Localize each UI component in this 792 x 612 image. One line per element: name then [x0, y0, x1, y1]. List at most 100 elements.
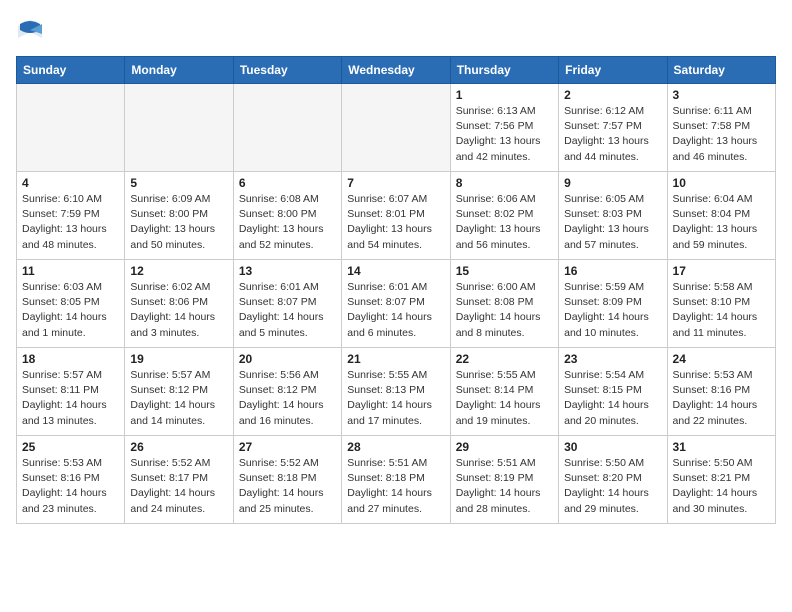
- day-detail: Sunrise: 6:06 AM Sunset: 8:02 PM Dayligh…: [456, 192, 553, 253]
- day-cell: 5 Sunrise: 6:09 AM Sunset: 8:00 PM Daylig…: [125, 172, 233, 260]
- day-detail: Sunrise: 5:53 AM Sunset: 8:16 PM Dayligh…: [673, 368, 770, 429]
- day-detail: Sunrise: 6:07 AM Sunset: 8:01 PM Dayligh…: [347, 192, 444, 253]
- day-detail: Sunrise: 6:03 AM Sunset: 8:05 PM Dayligh…: [22, 280, 119, 341]
- week-row-5: 25 Sunrise: 5:53 AM Sunset: 8:16 PM Dayli…: [17, 436, 776, 524]
- day-detail: Sunrise: 6:02 AM Sunset: 8:06 PM Dayligh…: [130, 280, 227, 341]
- day-number: 13: [239, 264, 336, 278]
- day-detail: Sunrise: 6:04 AM Sunset: 8:04 PM Dayligh…: [673, 192, 770, 253]
- day-detail: Sunrise: 6:09 AM Sunset: 8:00 PM Dayligh…: [130, 192, 227, 253]
- day-detail: Sunrise: 5:55 AM Sunset: 8:13 PM Dayligh…: [347, 368, 444, 429]
- day-number: 20: [239, 352, 336, 366]
- week-row-4: 18 Sunrise: 5:57 AM Sunset: 8:11 PM Dayli…: [17, 348, 776, 436]
- day-number: 26: [130, 440, 227, 454]
- day-cell: 23Sunrise: 5:54 AM Sunset: 8:15 PM Dayli…: [559, 348, 667, 436]
- day-detail: Sunrise: 5:52 AM Sunset: 8:18 PM Dayligh…: [239, 456, 336, 517]
- day-number: 11: [22, 264, 119, 278]
- day-detail: Sunrise: 5:53 AM Sunset: 8:16 PM Dayligh…: [22, 456, 119, 517]
- day-cell: 22 Sunrise: 5:55 AM Sunset: 8:14 PM Dayli…: [450, 348, 558, 436]
- day-cell: 11 Sunrise: 6:03 AM Sunset: 8:05 PM Dayli…: [17, 260, 125, 348]
- day-detail: Sunrise: 5:54 AM Sunset: 8:15 PM Dayligh…: [564, 368, 661, 429]
- day-detail: Sunrise: 5:52 AM Sunset: 8:17 PM Dayligh…: [130, 456, 227, 517]
- day-detail: Sunrise: 6:05 AM Sunset: 8:03 PM Dayligh…: [564, 192, 661, 253]
- day-cell: [125, 84, 233, 172]
- day-number: 12: [130, 264, 227, 278]
- day-number: 15: [456, 264, 553, 278]
- day-number: 22: [456, 352, 553, 366]
- day-number: 24: [673, 352, 770, 366]
- day-number: 5: [130, 176, 227, 190]
- day-cell: 13 Sunrise: 6:01 AM Sunset: 8:07 PM Dayli…: [233, 260, 341, 348]
- day-detail: Sunrise: 5:59 AM Sunset: 8:09 PM Dayligh…: [564, 280, 661, 341]
- day-cell: [342, 84, 450, 172]
- week-row-1: 1Sunrise: 6:13 AM Sunset: 7:56 PM Daylig…: [17, 84, 776, 172]
- day-number: 7: [347, 176, 444, 190]
- day-cell: 28Sunrise: 5:51 AM Sunset: 8:18 PM Dayli…: [342, 436, 450, 524]
- day-cell: 6 Sunrise: 6:08 AM Sunset: 8:00 PM Daylig…: [233, 172, 341, 260]
- day-detail: Sunrise: 6:01 AM Sunset: 8:07 PM Dayligh…: [347, 280, 444, 341]
- page-header: [16, 16, 776, 44]
- day-detail: Sunrise: 6:12 AM Sunset: 7:57 PM Dayligh…: [564, 104, 661, 165]
- day-detail: Sunrise: 5:57 AM Sunset: 8:11 PM Dayligh…: [22, 368, 119, 429]
- day-cell: 14 Sunrise: 6:01 AM Sunset: 8:07 PM Dayli…: [342, 260, 450, 348]
- day-number: 14: [347, 264, 444, 278]
- day-cell: 16 Sunrise: 5:59 AM Sunset: 8:09 PM Dayli…: [559, 260, 667, 348]
- week-row-2: 4 Sunrise: 6:10 AM Sunset: 7:59 PM Daylig…: [17, 172, 776, 260]
- day-number: 10: [673, 176, 770, 190]
- day-cell: 18 Sunrise: 5:57 AM Sunset: 8:11 PM Dayli…: [17, 348, 125, 436]
- day-detail: Sunrise: 6:01 AM Sunset: 8:07 PM Dayligh…: [239, 280, 336, 341]
- day-number: 6: [239, 176, 336, 190]
- day-cell: 8 Sunrise: 6:06 AM Sunset: 8:02 PM Daylig…: [450, 172, 558, 260]
- day-cell: [17, 84, 125, 172]
- day-cell: 7 Sunrise: 6:07 AM Sunset: 8:01 PM Daylig…: [342, 172, 450, 260]
- day-cell: 15 Sunrise: 6:00 AM Sunset: 8:08 PM Dayli…: [450, 260, 558, 348]
- day-number: 21: [347, 352, 444, 366]
- weekday-header-row: SundayMondayTuesdayWednesdayThursdayFrid…: [17, 57, 776, 84]
- day-cell: 17Sunrise: 5:58 AM Sunset: 8:10 PM Dayli…: [667, 260, 775, 348]
- day-number: 19: [130, 352, 227, 366]
- day-cell: 12 Sunrise: 6:02 AM Sunset: 8:06 PM Dayli…: [125, 260, 233, 348]
- day-cell: 19 Sunrise: 5:57 AM Sunset: 8:12 PM Dayli…: [125, 348, 233, 436]
- logo-icon: [16, 16, 44, 44]
- day-detail: Sunrise: 5:51 AM Sunset: 8:18 PM Dayligh…: [347, 456, 444, 517]
- day-detail: Sunrise: 6:00 AM Sunset: 8:08 PM Dayligh…: [456, 280, 553, 341]
- day-number: 1: [456, 88, 553, 102]
- day-number: 31: [673, 440, 770, 454]
- day-cell: 10 Sunrise: 6:04 AM Sunset: 8:04 PM Dayli…: [667, 172, 775, 260]
- day-cell: 25 Sunrise: 5:53 AM Sunset: 8:16 PM Dayli…: [17, 436, 125, 524]
- day-number: 29: [456, 440, 553, 454]
- day-cell: 1Sunrise: 6:13 AM Sunset: 7:56 PM Daylig…: [450, 84, 558, 172]
- day-number: 27: [239, 440, 336, 454]
- day-detail: Sunrise: 6:10 AM Sunset: 7:59 PM Dayligh…: [22, 192, 119, 253]
- day-number: 9: [564, 176, 661, 190]
- day-cell: 3Sunrise: 6:11 AM Sunset: 7:58 PM Daylig…: [667, 84, 775, 172]
- day-detail: Sunrise: 5:57 AM Sunset: 8:12 PM Dayligh…: [130, 368, 227, 429]
- day-number: 25: [22, 440, 119, 454]
- day-number: 30: [564, 440, 661, 454]
- week-row-3: 11 Sunrise: 6:03 AM Sunset: 8:05 PM Dayli…: [17, 260, 776, 348]
- day-detail: Sunrise: 5:51 AM Sunset: 8:19 PM Dayligh…: [456, 456, 553, 517]
- logo: [16, 16, 48, 44]
- weekday-header-tuesday: Tuesday: [233, 57, 341, 84]
- day-number: 18: [22, 352, 119, 366]
- day-cell: 31 Sunrise: 5:50 AM Sunset: 8:21 PM Dayli…: [667, 436, 775, 524]
- day-detail: Sunrise: 6:08 AM Sunset: 8:00 PM Dayligh…: [239, 192, 336, 253]
- weekday-header-saturday: Saturday: [667, 57, 775, 84]
- day-cell: 2Sunrise: 6:12 AM Sunset: 7:57 PM Daylig…: [559, 84, 667, 172]
- day-detail: Sunrise: 5:55 AM Sunset: 8:14 PM Dayligh…: [456, 368, 553, 429]
- weekday-header-thursday: Thursday: [450, 57, 558, 84]
- day-number: 4: [22, 176, 119, 190]
- day-cell: 27 Sunrise: 5:52 AM Sunset: 8:18 PM Dayli…: [233, 436, 341, 524]
- day-cell: 26 Sunrise: 5:52 AM Sunset: 8:17 PM Dayli…: [125, 436, 233, 524]
- weekday-header-monday: Monday: [125, 57, 233, 84]
- calendar-table: SundayMondayTuesdayWednesdayThursdayFrid…: [16, 56, 776, 524]
- day-cell: 9 Sunrise: 6:05 AM Sunset: 8:03 PM Daylig…: [559, 172, 667, 260]
- day-cell: 24 Sunrise: 5:53 AM Sunset: 8:16 PM Dayli…: [667, 348, 775, 436]
- day-detail: Sunrise: 5:58 AM Sunset: 8:10 PM Dayligh…: [673, 280, 770, 341]
- day-cell: 30Sunrise: 5:50 AM Sunset: 8:20 PM Dayli…: [559, 436, 667, 524]
- day-cell: 20Sunrise: 5:56 AM Sunset: 8:12 PM Dayli…: [233, 348, 341, 436]
- day-number: 16: [564, 264, 661, 278]
- weekday-header-sunday: Sunday: [17, 57, 125, 84]
- day-number: 8: [456, 176, 553, 190]
- weekday-header-friday: Friday: [559, 57, 667, 84]
- day-detail: Sunrise: 5:50 AM Sunset: 8:21 PM Dayligh…: [673, 456, 770, 517]
